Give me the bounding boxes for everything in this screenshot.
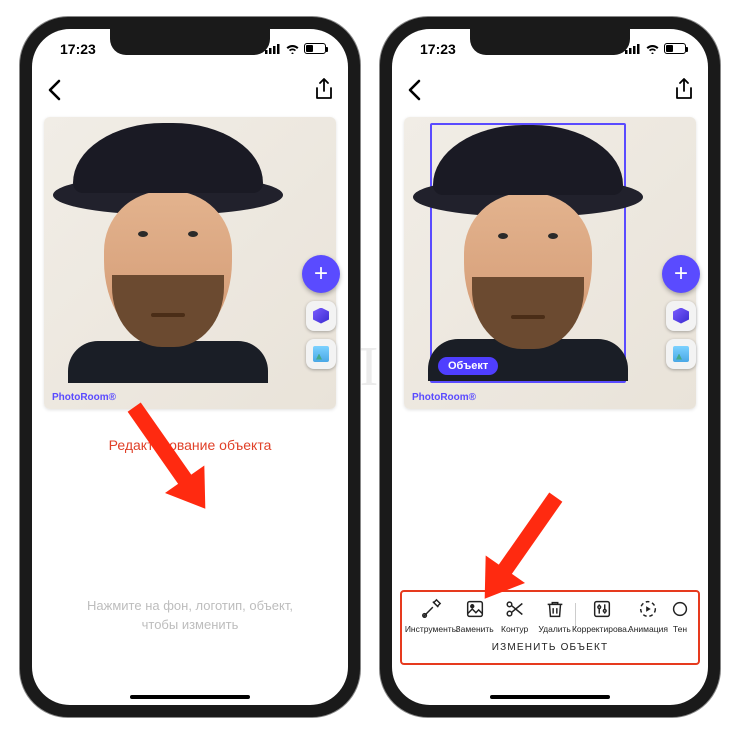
tool-adjust[interactable]: Корректирова.. [576, 598, 628, 634]
notch [110, 29, 270, 55]
tool-label: Контур [501, 624, 528, 634]
sliders-icon [591, 598, 613, 620]
tool-label: Удалить [538, 624, 570, 634]
tool-shadow[interactable]: Тен [668, 598, 692, 634]
phone-left: 17:23 [20, 17, 360, 717]
share-button[interactable] [674, 78, 694, 102]
subject-image-selected[interactable]: Объект [430, 123, 626, 383]
phone-right: 17:23 [380, 17, 720, 717]
tool-label: Заменить [456, 624, 494, 634]
screen-right: 17:23 [392, 29, 708, 705]
status-indicators [625, 41, 686, 57]
nav-bar [392, 69, 708, 111]
editing-canvas[interactable]: Объект + PhotoRoom® [404, 117, 696, 409]
background-layer-button[interactable] [306, 339, 336, 369]
hint-text: Нажмите на фон, логотип, объект, чтобы и… [32, 596, 348, 635]
tool-label: Анимация [628, 624, 668, 634]
background-layer-button[interactable] [666, 339, 696, 369]
brand-label: PhotoRoom® [412, 392, 476, 403]
tool-delete[interactable]: Удалить [535, 598, 575, 634]
subject-image[interactable] [70, 123, 266, 383]
battery-icon [664, 43, 686, 54]
tool-label: Корректирова.. [572, 624, 632, 634]
edit-object-toolbar: Инструменты Заменить Контур [400, 590, 700, 665]
back-button[interactable] [46, 79, 64, 101]
canvas-area: + PhotoRoom® [32, 111, 348, 409]
notch [470, 29, 630, 55]
wifi-icon [645, 41, 660, 57]
replace-icon [464, 598, 486, 620]
annotation-caption: Редактирование объекта [32, 437, 348, 453]
shadow-icon [669, 598, 691, 620]
trash-icon [544, 598, 566, 620]
brand-label: PhotoRoom® [52, 392, 116, 403]
tool-instruments[interactable]: Инструменты [408, 598, 455, 634]
status-indicators [265, 41, 326, 57]
wifi-icon [285, 41, 300, 57]
picture-icon [313, 346, 329, 362]
add-layer-button[interactable]: + [662, 255, 700, 293]
home-indicator[interactable] [490, 695, 610, 699]
screen-left: 17:23 [32, 29, 348, 705]
canvas-area: Объект + PhotoRoom® [392, 111, 708, 409]
hint-line1: Нажмите на фон, логотип, объект, [62, 596, 318, 616]
back-button[interactable] [406, 79, 424, 101]
hint-line2: чтобы изменить [62, 615, 318, 635]
status-time: 17:23 [60, 41, 96, 57]
editing-canvas[interactable]: + PhotoRoom® [44, 117, 336, 409]
canvas-side-tools: + [302, 255, 340, 369]
cube-icon [313, 308, 329, 324]
picture-icon [673, 346, 689, 362]
animation-icon [637, 598, 659, 620]
canvas-side-tools: + [662, 255, 700, 369]
home-indicator[interactable] [130, 695, 250, 699]
battery-icon [304, 43, 326, 54]
add-layer-button[interactable]: + [302, 255, 340, 293]
tool-replace[interactable]: Заменить [455, 598, 495, 634]
toolbar-section-title: ИЗМЕНИТЬ ОБЪЕКТ [404, 642, 696, 653]
tools-icon [420, 598, 442, 620]
nav-bar [32, 69, 348, 111]
object-layer-button[interactable] [666, 301, 696, 331]
tool-label: Инструменты [405, 624, 458, 634]
annotation-arrow [498, 492, 563, 575]
tool-label: Тен [673, 624, 687, 634]
status-time: 17:23 [420, 41, 456, 57]
cube-icon [673, 308, 689, 324]
object-layer-button[interactable] [306, 301, 336, 331]
share-button[interactable] [314, 78, 334, 102]
object-badge: Объект [438, 357, 498, 375]
tool-animation[interactable]: Анимация [628, 598, 668, 634]
